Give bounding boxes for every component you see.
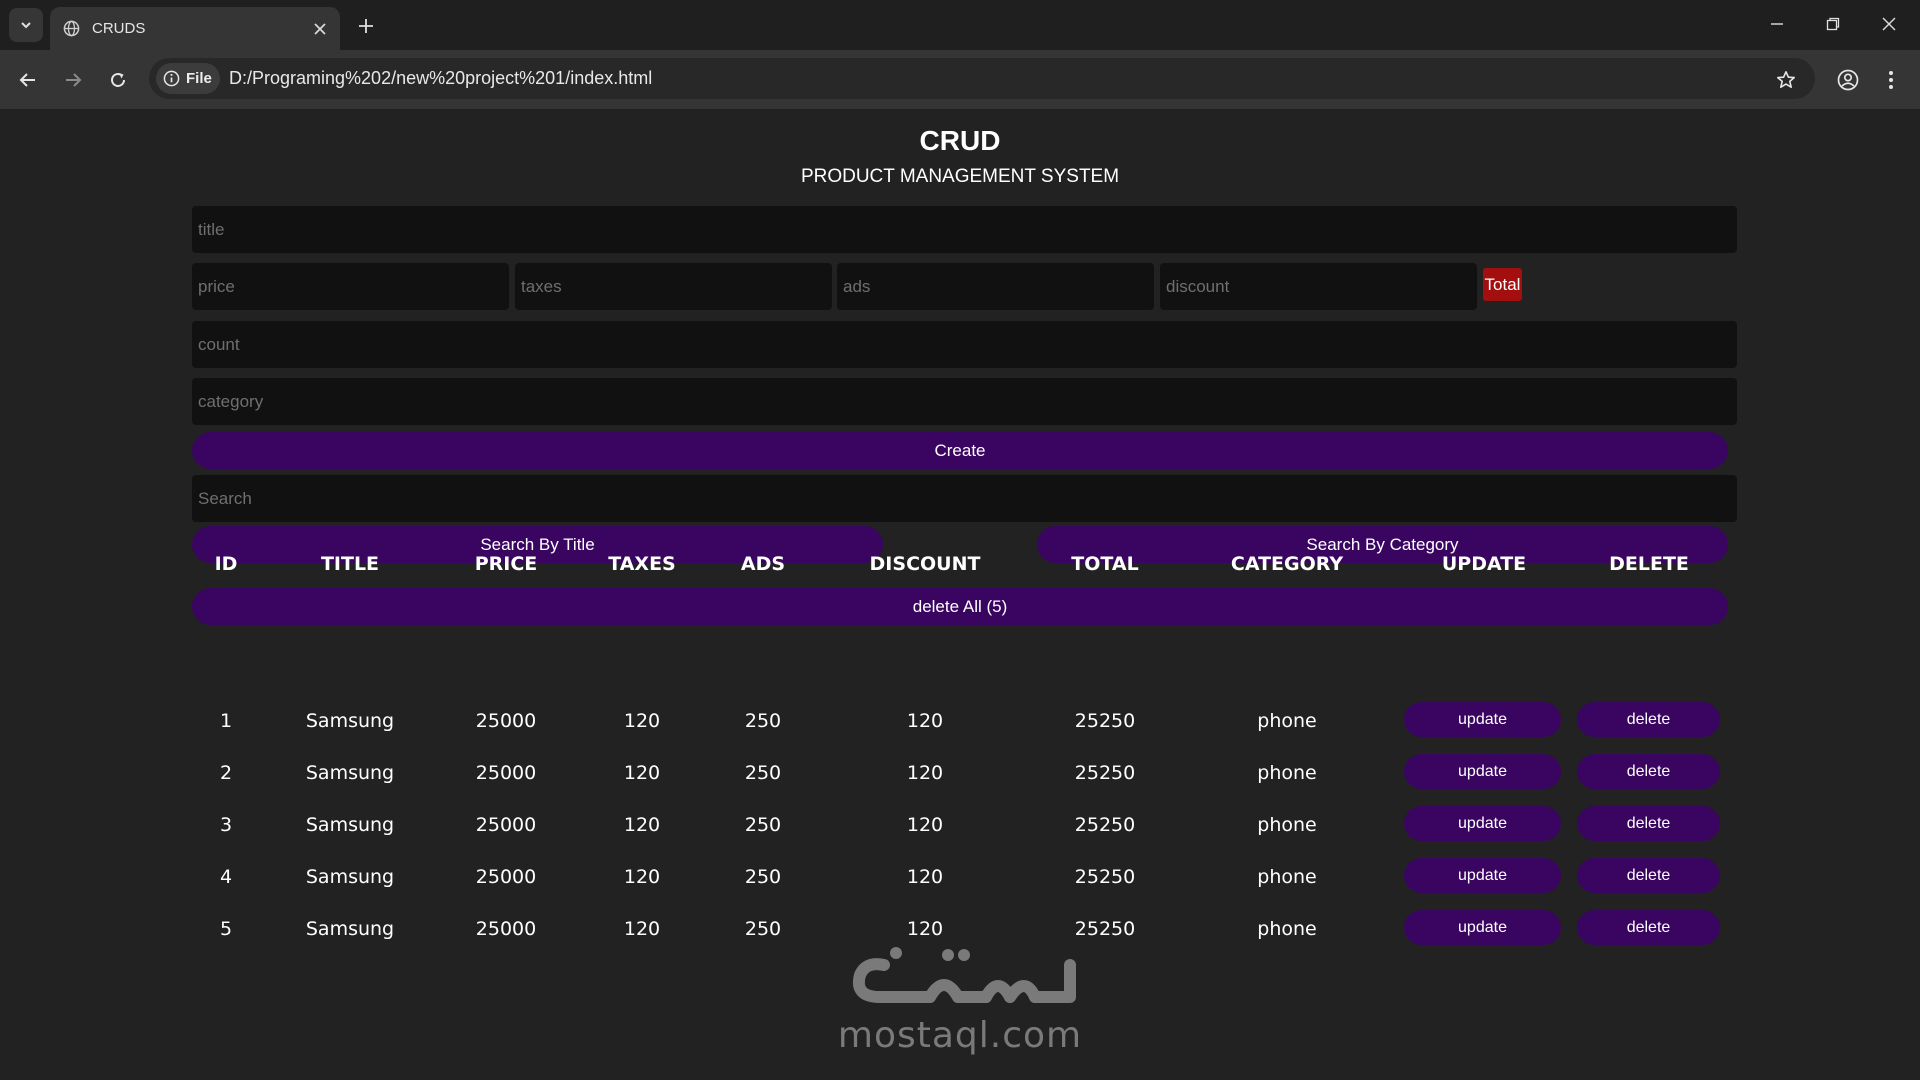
total-badge: Total [1483,268,1522,301]
page-title: CRUD [919,125,1001,156]
cell-discount: 120 [906,866,944,888]
header-total: TOTAL [1071,553,1139,575]
cell-id: 5 [219,918,233,940]
cell-category: phone [1257,710,1317,732]
ads-input[interactable] [837,263,1154,310]
header-discount: DISCOUNT [869,553,981,575]
reload-icon[interactable] [100,62,136,98]
cell-price: 25000 [475,710,537,732]
cell-discount: 120 [906,918,944,940]
discount-input[interactable] [1160,263,1477,310]
cell-title: Samsung [305,814,395,836]
minimize-icon[interactable] [1754,6,1800,42]
header-title: TITLE [320,553,380,575]
close-window-icon[interactable] [1866,6,1912,42]
count-input[interactable] [192,321,1737,368]
cell-taxes: 120 [623,814,661,836]
cell-taxes: 120 [623,918,661,940]
cell-discount: 120 [906,814,944,836]
forward-arrow-icon[interactable] [55,62,91,98]
star-icon[interactable] [1768,62,1804,98]
info-icon [163,70,180,87]
profile-icon[interactable] [1829,61,1867,99]
site-chip-label: File [186,70,212,87]
category-input[interactable] [192,378,1737,425]
back-arrow-icon[interactable] [10,62,46,98]
cell-id: 2 [219,762,233,784]
globe-icon [62,20,80,38]
header-ads: ADS [740,553,786,575]
header-price: PRICE [474,553,538,575]
cell-id: 3 [219,814,233,836]
cell-discount: 120 [906,762,944,784]
cell-total: 25250 [1074,814,1136,836]
cell-price: 25000 [475,918,537,940]
watermark-text: mostaql.com [837,1015,1083,1056]
header-category: CATEGORY [1230,553,1344,575]
chevron-down-icon [21,22,31,29]
close-icon[interactable] [306,15,334,43]
restore-icon[interactable] [1810,6,1856,42]
header-update: UPDATE [1441,553,1527,575]
update-button[interactable]: update [1404,858,1561,893]
tab-search-button[interactable] [9,8,43,42]
plus-icon[interactable] [350,10,382,42]
cell-ads: 250 [744,762,782,784]
cell-price: 25000 [475,762,537,784]
taxes-input[interactable] [515,263,832,310]
cell-title: Samsung [305,918,395,940]
delete-all-button[interactable]: delete All (5) [192,588,1728,625]
cell-total: 25250 [1074,866,1136,888]
cell-id: 1 [219,710,233,732]
delete-button[interactable]: delete [1577,910,1720,945]
cell-category: phone [1257,866,1317,888]
site-info-chip[interactable]: File [156,63,220,94]
cell-ads: 250 [744,814,782,836]
tab-title: CRUDS [92,20,146,37]
cell-price: 25000 [475,866,537,888]
price-input[interactable] [192,263,509,310]
cell-ads: 250 [744,866,782,888]
delete-button[interactable]: delete [1577,702,1720,737]
cell-title: Samsung [305,710,395,732]
update-button[interactable]: update [1404,806,1561,841]
delete-button[interactable]: delete [1577,806,1720,841]
kebab-menu-icon[interactable] [1876,61,1906,99]
cell-category: phone [1257,918,1317,940]
cell-price: 25000 [475,814,537,836]
browser-tab[interactable]: CRUDS [50,7,340,50]
delete-button[interactable]: delete [1577,858,1720,893]
cell-taxes: 120 [623,762,661,784]
cell-total: 25250 [1074,762,1136,784]
cell-category: phone [1257,762,1317,784]
create-button[interactable]: Create [192,432,1728,469]
cell-category: phone [1257,814,1317,836]
header-delete: DELETE [1609,553,1689,575]
cell-title: Samsung [305,866,395,888]
url-text[interactable]: D:/Programing%202/new%20project%201/inde… [229,68,652,89]
search-input[interactable] [192,475,1737,522]
update-button[interactable]: update [1404,754,1561,789]
cell-discount: 120 [906,710,944,732]
cell-total: 25250 [1074,918,1136,940]
cell-taxes: 120 [623,866,661,888]
mostaql-logo-watermark [853,947,1076,1003]
cell-taxes: 120 [623,710,661,732]
update-button[interactable]: update [1404,702,1561,737]
cell-ads: 250 [744,710,782,732]
cell-total: 25250 [1074,710,1136,732]
cell-id: 4 [219,866,233,888]
title-input[interactable] [192,206,1737,253]
delete-button[interactable]: delete [1577,754,1720,789]
cell-title: Samsung [305,762,395,784]
browser-tab-bar: CRUDS [0,0,1920,50]
page-subtitle: PRODUCT MANAGEMENT SYSTEM [800,166,1120,187]
header-taxes: TAXES [608,553,676,575]
update-button[interactable]: update [1404,910,1561,945]
cell-ads: 250 [744,918,782,940]
header-id: ID [214,553,238,575]
